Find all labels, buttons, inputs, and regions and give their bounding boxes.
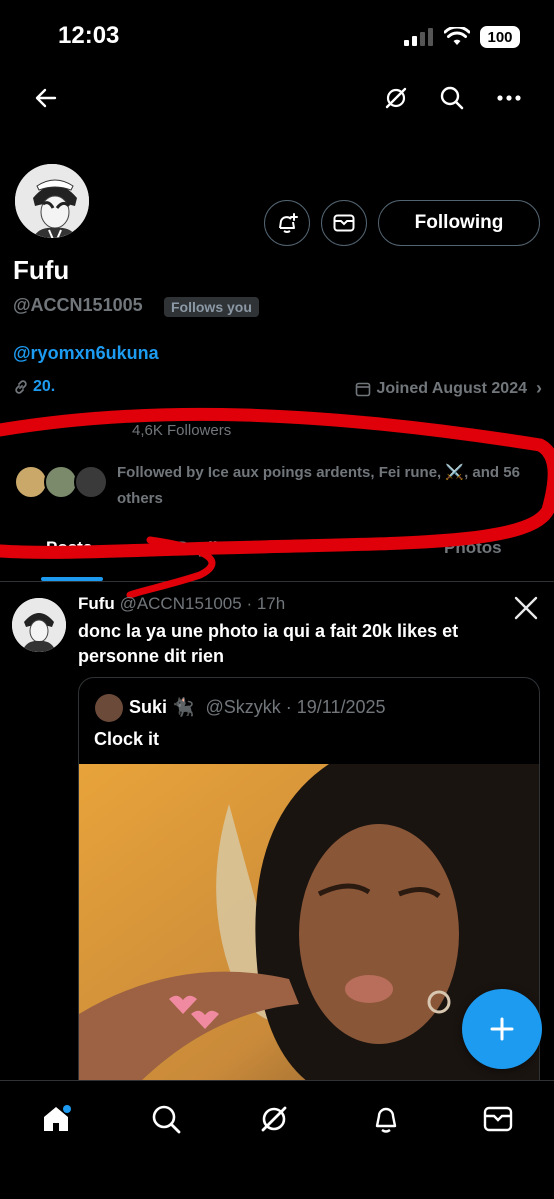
search-button[interactable] (430, 76, 474, 120)
tab-posts[interactable]: Posts (46, 538, 92, 558)
x-logo-button[interactable] (514, 596, 538, 625)
tab-photos[interactable]: Photos (444, 538, 502, 558)
quote-author-handle[interactable]: @Skzykk (205, 697, 280, 717)
quote-date: · 19/11/2025 (285, 697, 386, 717)
back-button[interactable] (24, 76, 68, 120)
joined-date[interactable]: Joined August 2024 › (355, 378, 542, 399)
joined-text: Joined August 2024 (376, 379, 527, 397)
following-button[interactable]: Following (378, 200, 540, 246)
battery-indicator: 100 (480, 26, 520, 48)
calendar-icon (356, 382, 371, 396)
grok-button[interactable] (374, 76, 418, 120)
post-author-avatar[interactable] (12, 598, 66, 652)
envelope-icon (483, 1106, 513, 1132)
quote-header: Suki 🐈‍⬛ @Skzykk · 19/11/2025 (129, 697, 386, 718)
search-icon (440, 86, 464, 110)
followed-by-avatars[interactable] (14, 465, 114, 501)
x-logo-icon (514, 596, 538, 620)
bio-mention-link[interactable]: @ryomxn6ukuna (13, 343, 159, 364)
divider (0, 581, 554, 582)
bell-icon (375, 1107, 397, 1133)
status-indicators: 100 (404, 24, 520, 50)
profile-name: Fufu (13, 255, 70, 285)
profile-url-text[interactable]: 20. (33, 378, 55, 396)
envelope-icon (333, 214, 355, 232)
wifi-icon (444, 27, 470, 45)
profile-url[interactable]: 20. (13, 378, 55, 396)
more-button[interactable] (487, 76, 531, 120)
nav-home[interactable] (36, 1099, 76, 1139)
nav-notifications[interactable] (366, 1099, 406, 1139)
back-arrow-icon (35, 88, 57, 108)
quote-author-name[interactable]: Suki 🐈‍⬛ (129, 697, 194, 717)
avatar (74, 465, 108, 499)
grok-icon (385, 87, 407, 109)
avatar (14, 465, 48, 499)
post-header: Fufu @ACCN151005 · 17h (78, 594, 285, 614)
post-text: donc la ya une photo ia qui a fait 20k l… (78, 621, 459, 666)
follows-you-badge: Follows you (164, 297, 259, 317)
post-author-name[interactable]: Fufu (78, 594, 115, 613)
grok-icon (261, 1106, 287, 1132)
more-icon (497, 95, 521, 101)
followed-by-text[interactable]: Followed by Ice aux poings ardents, Fei … (117, 460, 537, 512)
status-time: 12:03 (58, 22, 120, 49)
chevron-right-icon: › (536, 378, 542, 398)
home-icon (44, 1105, 71, 1131)
nav-messages[interactable] (478, 1099, 518, 1139)
link-icon (15, 380, 27, 394)
plus-icon (490, 1017, 514, 1041)
compose-button[interactable] (462, 989, 542, 1069)
notify-button[interactable] (264, 200, 310, 246)
bottom-navigation (0, 1080, 554, 1199)
profile-avatar[interactable] (12, 161, 92, 241)
avatar (44, 465, 78, 499)
follow-stats[interactable]: 4,6K Followers (132, 422, 231, 439)
quote-text: Clock it (94, 729, 160, 749)
message-button[interactable] (321, 200, 367, 246)
quote-author-avatar[interactable] (95, 694, 123, 722)
nav-search[interactable] (146, 1099, 186, 1139)
post-time: · 17h (246, 594, 286, 613)
post-author-handle[interactable]: @ACCN151005 (120, 594, 242, 613)
profile-handle: @ACCN151005 (13, 295, 143, 315)
nav-grok[interactable] (254, 1099, 294, 1139)
tab-replies[interactable]: Replies (176, 538, 236, 558)
search-icon (152, 1105, 181, 1134)
cellular-signal-icon (404, 28, 433, 46)
bell-plus-icon (279, 213, 298, 233)
